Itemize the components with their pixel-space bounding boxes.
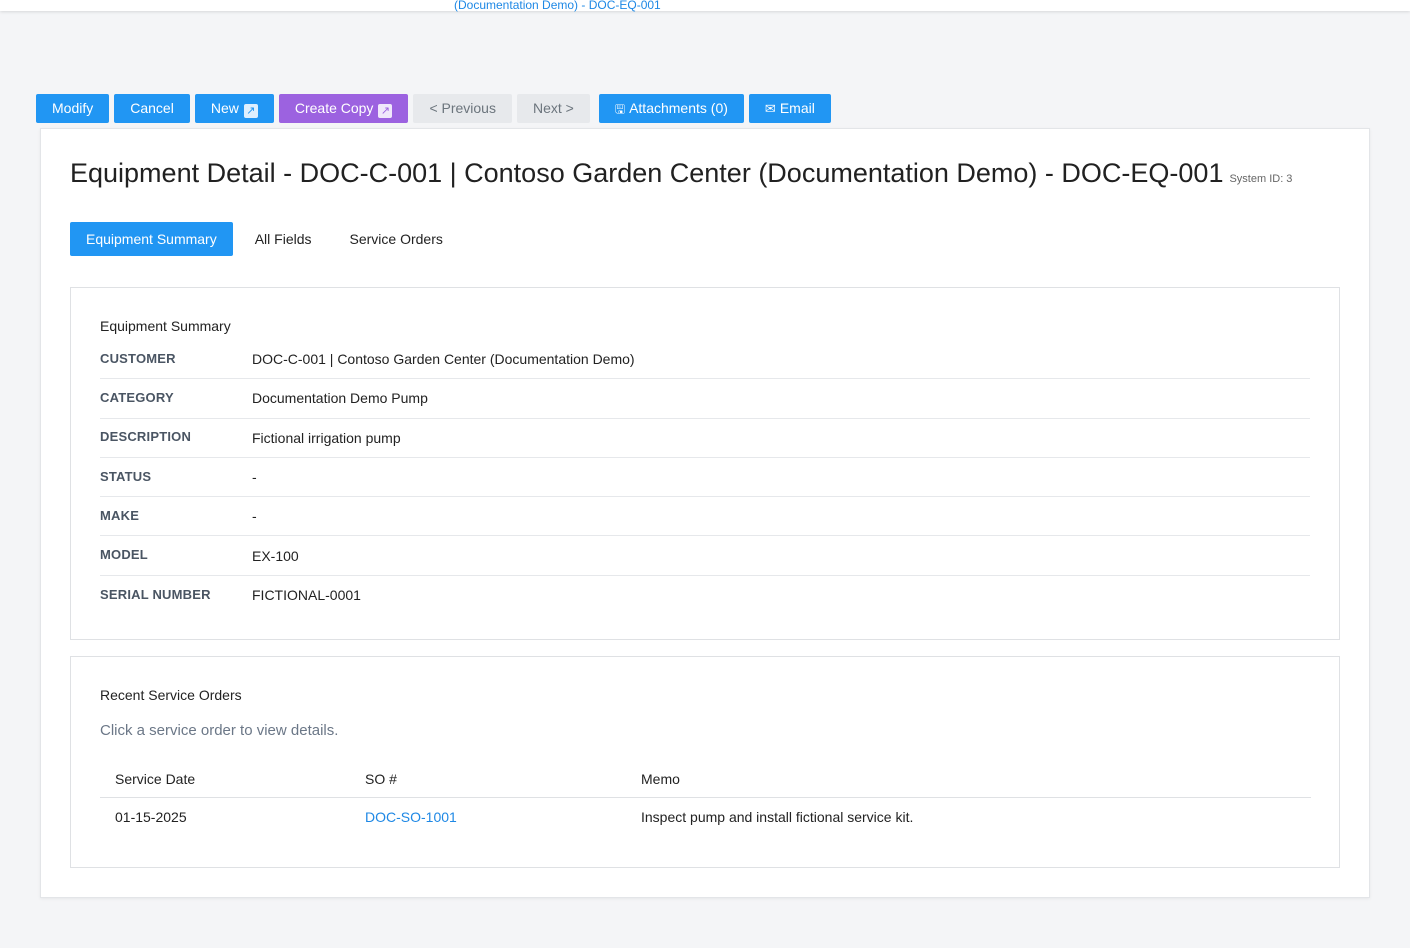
- table-row[interactable]: 01-15-2025 DOC-SO-1001 Inspect pump and …: [100, 798, 1311, 837]
- system-id: System ID: 3: [1229, 173, 1293, 185]
- email-label: Email: [779, 100, 815, 116]
- column-header-service-date: Service Date: [100, 761, 350, 798]
- field-value: -: [252, 508, 257, 525]
- field-value: DOC-C-001 | Contoso Garden Center (Docum…: [252, 351, 635, 368]
- external-link-icon: ↗: [243, 104, 258, 118]
- record-toolbar: Modify Cancel New ↗ Create Copy ↗ < Previo…: [36, 94, 836, 123]
- column-header-memo: Memo: [626, 761, 1311, 798]
- field-make: MAKE -: [100, 497, 1310, 537]
- orders-hint: Click a service order to view details.: [100, 722, 339, 739]
- new-label: New: [210, 100, 239, 116]
- attachments-button[interactable]: 🖫 Attachments (0): [598, 94, 744, 123]
- field-label: MODEL: [100, 547, 148, 563]
- so-number-cell: DOC-SO-1001: [350, 798, 626, 837]
- cancel-label: Cancel: [130, 100, 174, 116]
- service-orders-table: Service Date SO # Memo 01-15-2025 DOC-SO…: [100, 761, 1311, 836]
- page-title: Equipment Detail - DOC-C-001 | Contoso G…: [70, 158, 1224, 188]
- modify-button[interactable]: Modify: [36, 94, 110, 123]
- modify-label: Modify: [52, 100, 94, 116]
- detail-tabs: Equipment Summary All Fields Service Ord…: [70, 222, 465, 256]
- title-row: Equipment Detail - DOC-C-001 | Contoso G…: [70, 158, 1292, 189]
- equipment-summary-panel: Equipment Summary CUSTOMER DOC-C-001 | C…: [70, 287, 1340, 640]
- field-label: SERIAL NUMBER: [100, 586, 211, 602]
- memo-cell: Inspect pump and install fictional servi…: [641, 809, 914, 825]
- create-copy-button[interactable]: Create Copy ↗: [278, 94, 409, 123]
- summary-title: Equipment Summary: [100, 318, 231, 334]
- previous-label: < Previous: [429, 100, 496, 116]
- envelope-icon: ✉: [764, 101, 776, 116]
- floppy-disk-icon: 🖫: [614, 102, 626, 116]
- table-header-row: Service Date SO # Memo: [100, 761, 1311, 798]
- header-breadcrumb[interactable]: (Documentation Demo) - DOC-EQ-001: [454, 0, 661, 12]
- field-value: EX-100: [252, 547, 299, 564]
- field-label: CUSTOMER: [100, 350, 176, 366]
- field-label: DESCRIPTION: [100, 429, 192, 445]
- cancel-button[interactable]: Cancel: [114, 94, 190, 123]
- tab-service-orders[interactable]: Service Orders: [334, 222, 459, 256]
- field-value: FICTIONAL-0001: [252, 587, 361, 604]
- next-label: Next >: [532, 100, 574, 116]
- top-header-bar: (Documentation Demo) - DOC-EQ-001: [0, 0, 1410, 12]
- summary-fields: CUSTOMER DOC-C-001 | Contoso Garden Cent…: [100, 340, 1310, 615]
- field-serial-number: SERIAL NUMBER FICTIONAL-0001: [100, 576, 1310, 615]
- previous-button[interactable]: < Previous: [413, 94, 512, 123]
- recent-service-orders-panel: Recent Service Orders Click a service or…: [70, 656, 1340, 868]
- field-label: STATUS: [100, 468, 152, 484]
- service-date-cell: 01-15-2025: [115, 809, 187, 825]
- field-description: DESCRIPTION Fictional irrigation pump: [100, 419, 1310, 458]
- field-value: Documentation Demo Pump: [252, 390, 428, 407]
- field-status: STATUS -: [100, 458, 1310, 498]
- tab-all-fields[interactable]: All Fields: [239, 222, 328, 256]
- field-label: MAKE: [100, 507, 140, 523]
- external-link-icon: ↗: [378, 104, 393, 118]
- create-copy-label: Create Copy: [294, 100, 374, 116]
- new-button[interactable]: New ↗: [194, 94, 274, 123]
- field-category: CATEGORY Documentation Demo Pump: [100, 379, 1310, 419]
- field-value: -: [252, 469, 257, 486]
- tab-equipment-summary[interactable]: Equipment Summary: [70, 222, 233, 256]
- field-model: MODEL EX-100: [100, 536, 1310, 576]
- email-button[interactable]: ✉ Email: [748, 94, 831, 123]
- column-header-so-number: SO #: [350, 761, 626, 798]
- orders-title: Recent Service Orders: [100, 687, 242, 703]
- field-label: CATEGORY: [100, 389, 174, 405]
- service-order-link[interactable]: DOC-SO-1001: [365, 809, 457, 825]
- next-button[interactable]: Next >: [516, 94, 590, 123]
- equipment-detail-card: Equipment Detail - DOC-C-001 | Contoso G…: [40, 128, 1370, 898]
- attachments-label: Attachments (0): [629, 100, 728, 116]
- field-customer: CUSTOMER DOC-C-001 | Contoso Garden Cent…: [100, 340, 1310, 380]
- field-value: Fictional irrigation pump: [252, 429, 401, 446]
